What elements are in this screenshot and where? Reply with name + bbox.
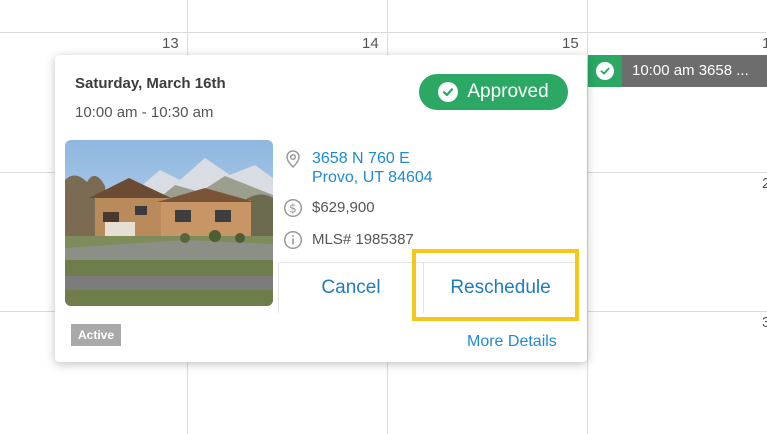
day-number[interactable]: 1 — [762, 35, 767, 52]
location-pin-icon — [283, 149, 303, 169]
address-line1-link[interactable]: 3658 N 760 E — [312, 149, 433, 168]
listing-status-badge: Active — [71, 324, 122, 346]
status-label: Approved — [467, 81, 549, 102]
cancel-button[interactable]: Cancel — [279, 263, 424, 313]
info-icon — [283, 230, 303, 250]
more-details-link[interactable]: More Details — [467, 333, 557, 351]
svg-text:$: $ — [289, 201, 297, 215]
address-row: 3658 N 760 E Provo, UT 84604 — [283, 149, 433, 187]
check-circle-icon — [438, 82, 459, 102]
check-circle-icon — [596, 62, 614, 80]
event-label: 10:00 am 3658 ... — [622, 55, 767, 87]
event-status — [588, 55, 622, 87]
address-line2-link[interactable]: Provo, UT 84604 — [312, 168, 433, 187]
price-row: $ $629,900 — [283, 198, 375, 218]
day-number[interactable]: 14 — [362, 35, 379, 52]
day-number[interactable]: 13 — [162, 35, 179, 52]
reschedule-highlight — [412, 249, 579, 321]
mls-number: MLS# 1985387 — [312, 231, 414, 248]
showing-time: 10:00 am - 10:30 am — [75, 104, 214, 121]
property-photo[interactable] — [65, 140, 273, 306]
showing-date: Saturday, March 16th — [75, 75, 226, 92]
status-badge: Approved — [419, 74, 568, 110]
mls-row: MLS# 1985387 — [283, 230, 414, 250]
day-number[interactable]: 3 — [762, 314, 767, 331]
day-number[interactable]: 2 — [762, 175, 767, 192]
grid-line — [0, 32, 767, 33]
calendar-event[interactable]: 10:00 am 3658 ... — [588, 55, 767, 87]
showing-details-popup: Saturday, March 16th 10:00 am - 10:30 am… — [55, 55, 587, 362]
day-number[interactable]: 15 — [562, 35, 579, 52]
listing-price: $629,900 — [312, 199, 375, 216]
dollar-icon: $ — [283, 198, 303, 218]
